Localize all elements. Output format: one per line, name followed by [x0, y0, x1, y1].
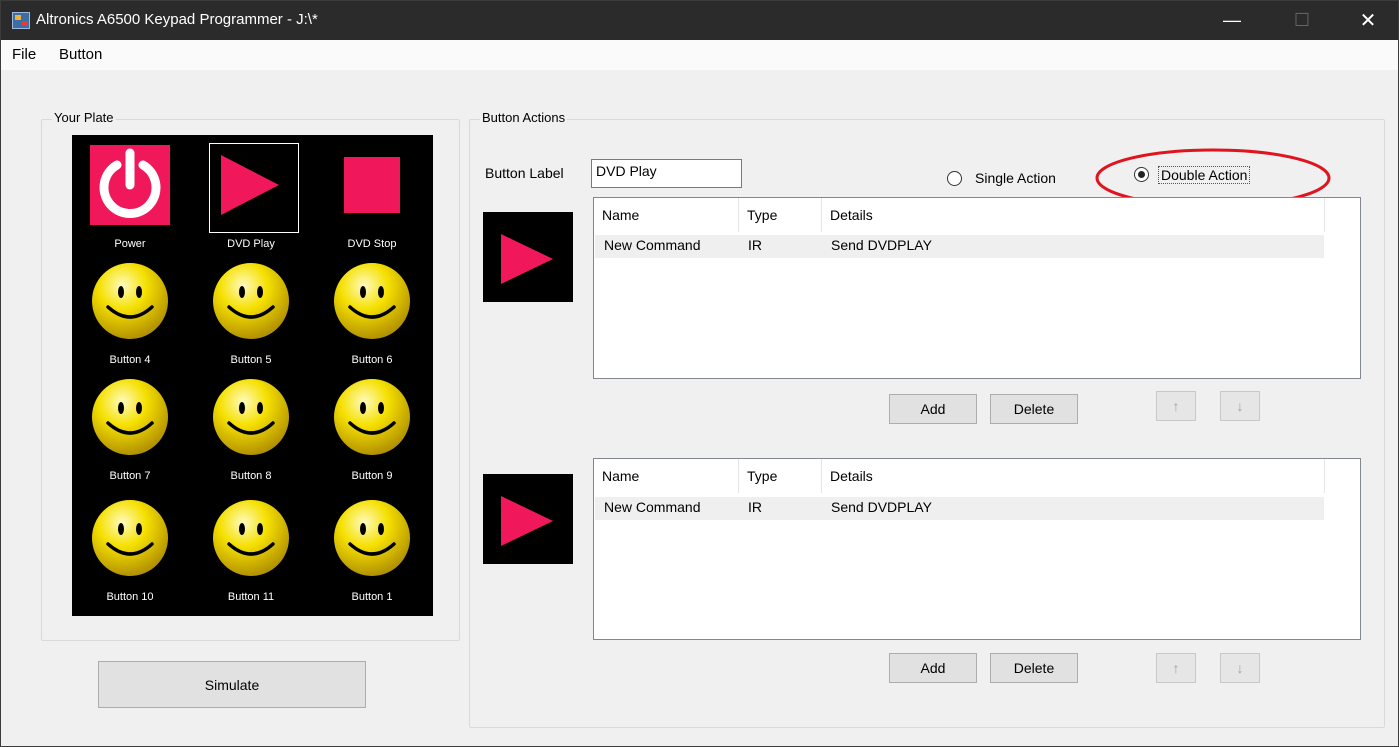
cell-name: New Command — [604, 499, 701, 515]
action-2-thumbnail — [483, 474, 573, 564]
move-up-button[interactable]: ↑ — [1156, 653, 1196, 683]
stop-icon — [344, 157, 400, 213]
keypad-plate: Power DVD Play DVD Stop Button 4 Button … — [72, 135, 433, 616]
your-plate-label: Your Plate — [52, 110, 116, 125]
smiley-icon — [92, 379, 168, 455]
simulate-button[interactable]: Simulate — [98, 661, 366, 708]
plate-button-label: Power — [114, 238, 146, 250]
maximize-button[interactable]: ☐ — [1279, 1, 1325, 40]
plate-button-label: DVD Play — [227, 238, 275, 250]
plate-button-dvd-play[interactable]: DVD Play — [201, 135, 299, 265]
title-bar[interactable]: Altronics A6500 Keypad Programmer - J:\*… — [1, 1, 1398, 40]
single-action-label[interactable]: Single Action — [975, 170, 1056, 186]
column-header-name[interactable]: Name — [594, 198, 739, 232]
single-action-radio[interactable] — [947, 171, 962, 186]
plate-button-label: DVD Stop — [347, 238, 397, 250]
menu-button[interactable]: Button — [59, 46, 102, 63]
smiley-icon — [334, 500, 410, 576]
plate-button-label: Button 4 — [109, 354, 151, 366]
button-label-input[interactable]: DVD Play — [591, 159, 742, 188]
plate-button-power[interactable]: Power — [80, 135, 178, 265]
plate-button-label: Button 8 — [230, 470, 272, 482]
delete-button[interactable]: Delete — [990, 394, 1078, 424]
close-button[interactable]: ✕ — [1345, 1, 1391, 40]
plate-button-6[interactable]: Button 6 — [322, 251, 420, 367]
table-row[interactable]: New Command IR Send DVDPLAY — [595, 497, 1324, 520]
plate-button-label: Button 11 — [227, 591, 275, 603]
window-title: Altronics A6500 Keypad Programmer - J:\* — [36, 11, 318, 28]
column-header-details[interactable]: Details — [822, 459, 1325, 493]
smiley-icon — [334, 263, 410, 339]
action-1-thumbnail — [483, 212, 573, 302]
plate-button-label: Button 7 — [109, 470, 151, 482]
plate-button-4[interactable]: Button 4 — [80, 251, 178, 367]
play-icon — [221, 155, 279, 215]
move-down-button[interactable]: ↓ — [1220, 391, 1260, 421]
smiley-icon — [213, 500, 289, 576]
cell-details: Send DVDPLAY — [831, 237, 932, 253]
app-window: Altronics A6500 Keypad Programmer - J:\*… — [0, 0, 1399, 747]
plate-button-label: Button 5 — [230, 354, 272, 366]
plate-button-label: Button 1 — [351, 591, 393, 603]
plate-button-dvd-stop[interactable]: DVD Stop — [322, 135, 420, 265]
plate-button-8[interactable]: Button 8 — [201, 367, 299, 483]
add-button[interactable]: Add — [889, 394, 977, 424]
add-button[interactable]: Add — [889, 653, 977, 683]
column-header-type[interactable]: Type — [739, 459, 822, 493]
smiley-icon — [213, 379, 289, 455]
plate-button-label: Button 9 — [351, 470, 393, 482]
plate-button-9[interactable]: Button 9 — [322, 367, 420, 483]
power-icon — [90, 145, 170, 225]
play-icon — [501, 496, 553, 546]
column-header-details[interactable]: Details — [822, 198, 1325, 232]
plate-button-5[interactable]: Button 5 — [201, 251, 299, 367]
minimize-button[interactable]: — — [1209, 1, 1255, 40]
table-row[interactable]: New Command IR Send DVDPLAY — [595, 235, 1324, 258]
app-icon — [12, 12, 30, 29]
smiley-icon — [92, 500, 168, 576]
action-2-listview[interactable]: Name Type Details New Command IR Send DV… — [593, 458, 1361, 640]
column-header-name[interactable]: Name — [594, 459, 739, 493]
play-icon — [501, 234, 553, 284]
delete-button[interactable]: Delete — [990, 653, 1078, 683]
column-header-type[interactable]: Type — [739, 198, 822, 232]
button-actions-label: Button Actions — [480, 110, 568, 125]
cell-details: Send DVDPLAY — [831, 499, 932, 515]
plate-button-10[interactable]: Button 10 — [80, 488, 178, 604]
action-1-listview[interactable]: Name Type Details New Command IR Send DV… — [593, 197, 1361, 379]
smiley-icon — [334, 379, 410, 455]
menu-bar: File Button — [1, 40, 1398, 70]
move-down-button[interactable]: ↓ — [1220, 653, 1260, 683]
smiley-icon — [92, 263, 168, 339]
plate-button-11[interactable]: Button 11 — [201, 488, 299, 604]
plate-button-7[interactable]: Button 7 — [80, 367, 178, 483]
cell-type: IR — [748, 237, 762, 253]
plate-button-label: Button 10 — [106, 591, 154, 603]
menu-file[interactable]: File — [12, 46, 36, 63]
cell-name: New Command — [604, 237, 701, 253]
plate-button-label: Button 6 — [351, 354, 393, 366]
move-up-button[interactable]: ↑ — [1156, 391, 1196, 421]
button-label-caption: Button Label — [485, 165, 564, 181]
smiley-icon — [213, 263, 289, 339]
cell-type: IR — [748, 499, 762, 515]
plate-button-1[interactable]: Button 1 — [322, 488, 420, 604]
